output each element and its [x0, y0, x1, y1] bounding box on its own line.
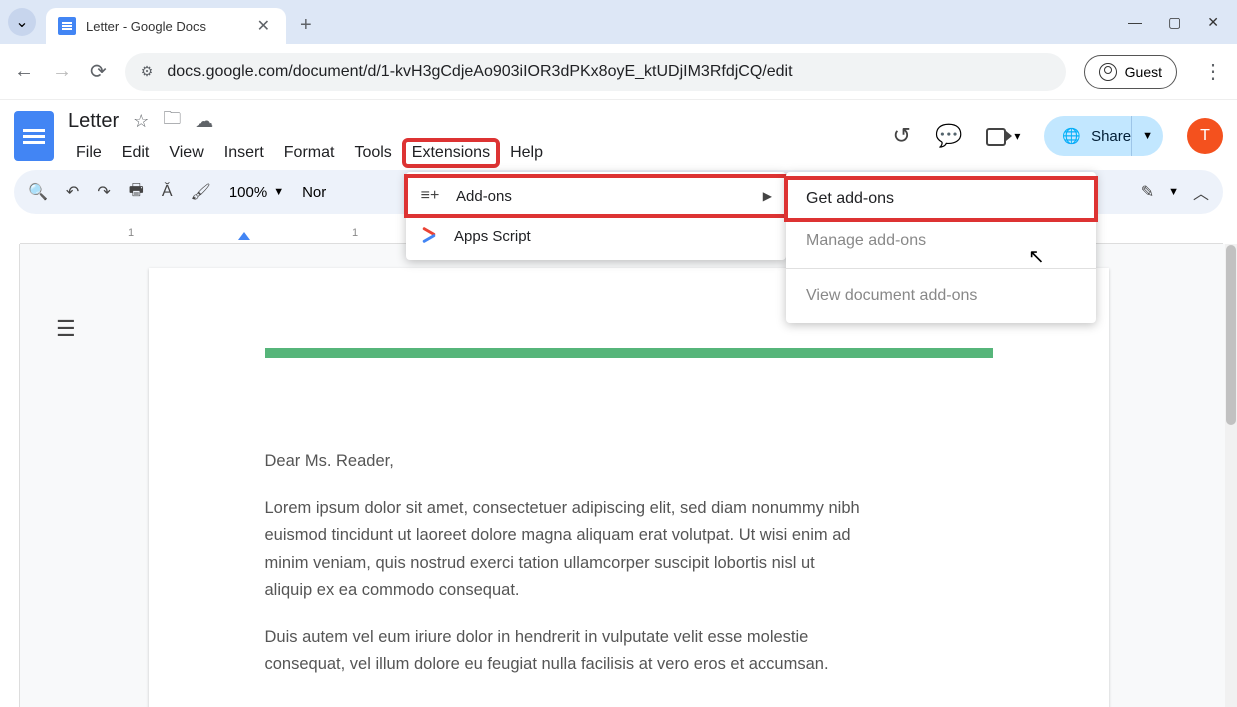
extensions-menu: ≡+ Add-ons ▶ Apps Script — [406, 172, 786, 260]
menu-extensions[interactable]: Extensions — [404, 140, 498, 166]
share-label: Share — [1091, 128, 1131, 145]
star-icon[interactable]: ☆ — [133, 111, 149, 132]
menu-help[interactable]: Help — [502, 140, 551, 166]
menu-tools[interactable]: Tools — [346, 140, 399, 166]
submenu-arrow-icon: ▶ — [763, 189, 772, 203]
url-input[interactable]: ⚙ docs.google.com/document/d/1-kvH3gCdje… — [125, 53, 1066, 91]
addons-icon: ≡+ — [420, 187, 440, 205]
close-tab-button[interactable]: ✕ — [253, 16, 274, 36]
chevron-down-icon: ▼ — [1142, 130, 1153, 142]
styles-select[interactable]: Nor — [302, 184, 326, 201]
new-tab-button[interactable]: + — [300, 14, 312, 37]
video-icon — [986, 128, 1010, 144]
print-button[interactable]: 🖶 — [129, 179, 144, 206]
docs-favicon-icon — [58, 17, 76, 35]
chevron-down-icon: ⌄ — [15, 12, 28, 32]
globe-icon: 🌐 — [1062, 127, 1081, 145]
reload-button[interactable]: ⟳ — [90, 59, 107, 84]
addons-label: Add-ons — [456, 188, 512, 205]
menu-view[interactable]: View — [161, 140, 211, 166]
menu-divider — [786, 268, 1096, 269]
indent-marker-icon[interactable] — [238, 232, 250, 240]
view-document-addons-item[interactable]: View document add-ons — [786, 275, 1096, 317]
undo-button[interactable]: ↶ — [66, 182, 79, 202]
zoom-select[interactable]: 100%▼ — [229, 184, 284, 201]
address-bar: ← → ⟳ ⚙ docs.google.com/document/d/1-kvH… — [0, 44, 1237, 100]
ruler-mark: 1 — [128, 227, 134, 239]
history-icon[interactable]: ↺ — [893, 123, 911, 149]
paragraph-body-2[interactable]: Duis autem vel eum iriure dolor in hendr… — [265, 624, 835, 678]
manage-addons-item[interactable]: Manage add-ons — [786, 220, 1096, 262]
browser-tab[interactable]: Letter - Google Docs ✕ — [46, 8, 286, 44]
profile-chip[interactable]: Guest — [1084, 55, 1177, 89]
edit-mode-button[interactable]: ✎ — [1141, 182, 1154, 202]
document-title[interactable]: Letter — [68, 110, 119, 133]
header-right: ↺ 💬 ▾ 🌐 Share ▼ T — [893, 116, 1223, 156]
docs-header: Letter ☆ 🗀 ☁ File Edit View Insert Forma… — [0, 100, 1237, 164]
vertical-scrollbar[interactable] — [1225, 244, 1237, 707]
paragraph-body-1[interactable]: Lorem ipsum dolor sit amet, consectetuer… — [265, 495, 865, 604]
paint-format-button[interactable]: 🖌 — [191, 182, 211, 202]
apps-script-icon — [420, 227, 438, 245]
addons-menu-item[interactable]: ≡+ Add-ons ▶ — [406, 176, 786, 216]
redo-button[interactable]: ↷ — [97, 182, 110, 202]
forward-button[interactable]: → — [52, 60, 72, 83]
video-call-button[interactable]: ▾ — [986, 128, 1020, 144]
ruler-mark: 1 — [352, 227, 358, 239]
spellcheck-button[interactable]: Ǎ — [162, 183, 173, 201]
back-button[interactable]: ← — [14, 60, 34, 83]
chevron-down-icon: ▾ — [1014, 129, 1020, 143]
header-accent-bar — [265, 348, 993, 358]
menu-insert[interactable]: Insert — [216, 140, 272, 166]
cloud-status-icon[interactable]: ☁ — [195, 111, 213, 132]
apps-script-label: Apps Script — [454, 228, 531, 245]
search-tabs-button[interactable]: ⌄ — [8, 8, 36, 36]
paragraph-greeting[interactable]: Dear Ms. Reader, — [265, 448, 993, 475]
search-menus-icon[interactable]: 🔍 — [28, 182, 48, 202]
chevron-down-icon: ▼ — [273, 186, 284, 198]
document-page[interactable]: Dear Ms. Reader, Lorem ipsum dolor sit a… — [149, 268, 1109, 707]
title-area: Letter ☆ 🗀 ☁ File Edit View Insert Forma… — [68, 106, 551, 166]
comments-icon[interactable]: 💬 — [935, 123, 962, 149]
vertical-ruler[interactable] — [0, 244, 20, 707]
guest-label: Guest — [1125, 64, 1162, 80]
tab-title: Letter - Google Docs — [86, 19, 253, 34]
browser-tab-strip: ⌄ Letter - Google Docs ✕ + — ▢ ✕ — [0, 0, 1237, 44]
scrollbar-thumb[interactable] — [1226, 245, 1236, 425]
outline-toggle-icon[interactable]: ☰ — [56, 316, 76, 342]
get-addons-item[interactable]: Get add-ons — [786, 178, 1096, 220]
menu-file[interactable]: File — [68, 140, 110, 166]
docs-home-icon[interactable] — [14, 111, 54, 161]
browser-menu-button[interactable]: ⋮ — [1203, 59, 1223, 84]
share-dropdown-button[interactable]: ▼ — [1131, 116, 1163, 156]
move-icon[interactable]: 🗀 — [163, 106, 181, 136]
close-window-button[interactable]: ✕ — [1207, 14, 1219, 31]
window-controls: — ▢ ✕ — [1128, 14, 1219, 31]
menu-bar: File Edit View Insert Format Tools Exten… — [68, 140, 551, 166]
menu-edit[interactable]: Edit — [114, 140, 158, 166]
url-text: docs.google.com/document/d/1-kvH3gCdjeAo… — [167, 63, 792, 81]
addons-submenu: Get add-ons Manage add-ons View document… — [786, 172, 1096, 323]
collapse-toolbar-button[interactable]: ︿ — [1193, 180, 1209, 204]
site-info-icon[interactable]: ⚙ — [141, 63, 154, 80]
menu-format[interactable]: Format — [276, 140, 343, 166]
user-avatar[interactable]: T — [1187, 118, 1223, 154]
minimize-button[interactable]: — — [1128, 14, 1142, 31]
chevron-down-icon: ▼ — [1168, 186, 1179, 198]
maximize-button[interactable]: ▢ — [1168, 14, 1181, 31]
guest-avatar-icon — [1099, 63, 1117, 81]
apps-script-menu-item[interactable]: Apps Script — [406, 216, 786, 256]
